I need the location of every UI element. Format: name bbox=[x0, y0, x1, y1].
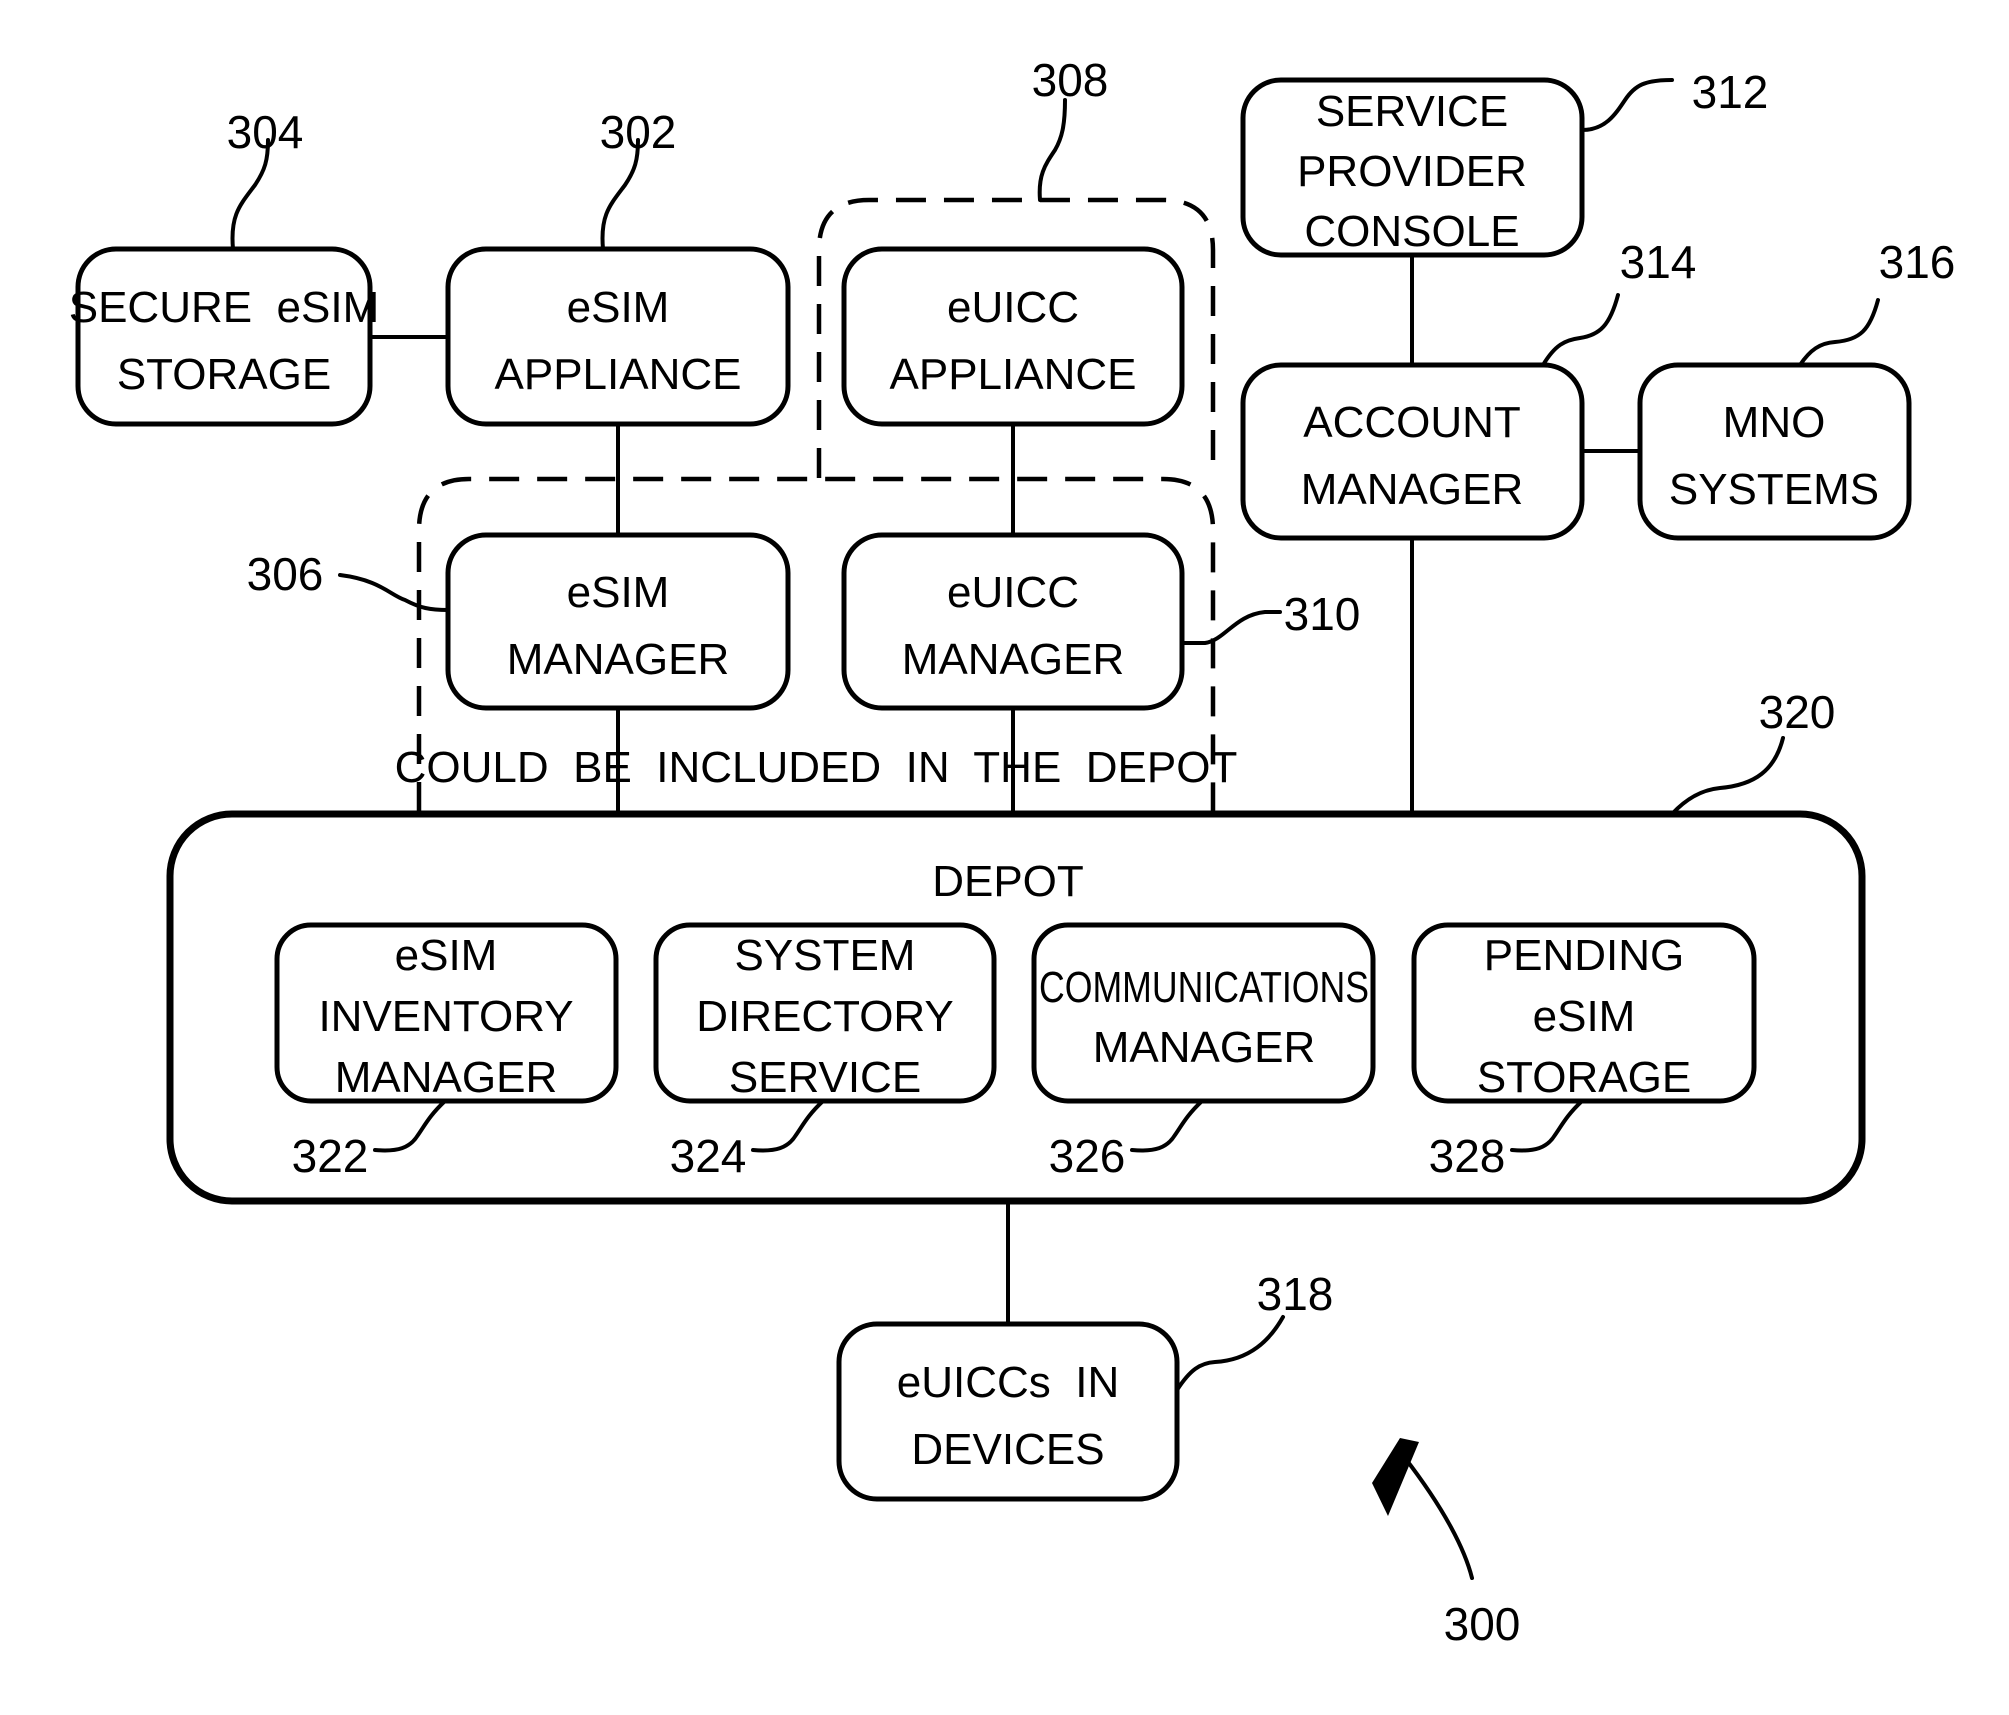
leader-312 bbox=[1580, 78, 1674, 132]
block-label-line: SERVICE bbox=[1316, 87, 1508, 136]
block-label-line: SYSTEM bbox=[735, 931, 916, 980]
leader-308 bbox=[1037, 98, 1067, 202]
ref-numeral-308: 308 bbox=[1032, 54, 1109, 106]
block-label-line: MNO bbox=[1723, 398, 1826, 447]
block-esim-manager: eSIM MANAGER bbox=[445, 532, 791, 711]
block-label-line: eUICCs IN bbox=[897, 1358, 1119, 1407]
block-label-line: STORAGE bbox=[1477, 1053, 1691, 1102]
block-label-line: SECURE eSIM bbox=[69, 283, 380, 332]
block-label-line: eSIM bbox=[567, 283, 670, 332]
block-label-line: DEVICES bbox=[911, 1425, 1104, 1474]
block-service-provider-console: SERVICE PROVIDER CONSOLE bbox=[1240, 77, 1585, 258]
ref-numeral-326: 326 bbox=[1049, 1130, 1126, 1182]
block-label-line: eSIM bbox=[395, 931, 498, 980]
block-label-line: DIRECTORY bbox=[696, 992, 954, 1041]
block-label-line: MANAGER bbox=[335, 1053, 557, 1102]
block-label-line: SYSTEMS bbox=[1669, 465, 1879, 514]
ref-numeral-324: 324 bbox=[670, 1130, 747, 1182]
block-label-line: eUICC bbox=[947, 568, 1079, 617]
ref-numeral-314: 314 bbox=[1620, 236, 1697, 288]
block-account-manager: ACCOUNT MANAGER bbox=[1240, 362, 1585, 541]
block-label-line: INVENTORY bbox=[318, 992, 573, 1041]
leader-314 bbox=[1541, 293, 1620, 367]
figure-arrowhead-icon bbox=[1372, 1438, 1419, 1516]
leader-316 bbox=[1798, 298, 1880, 367]
block-label-line: MANAGER bbox=[1301, 465, 1523, 514]
ref-numeral-322: 322 bbox=[292, 1130, 369, 1182]
depot-component-system-directory-service: SYSTEM DIRECTORY SERVICE bbox=[653, 922, 997, 1104]
block-label-line: APPLIANCE bbox=[495, 350, 742, 399]
figure-number-300: 300 bbox=[1444, 1598, 1521, 1650]
ref-numeral-328: 328 bbox=[1429, 1130, 1506, 1182]
block-label-line: STORAGE bbox=[117, 350, 331, 399]
block-label-line: PENDING bbox=[1484, 931, 1684, 980]
block-label-line: CONSOLE bbox=[1304, 207, 1519, 256]
leader-310 bbox=[1180, 610, 1282, 645]
depot-title: DEPOT bbox=[932, 857, 1084, 906]
ref-numeral-312: 312 bbox=[1692, 66, 1769, 118]
block-label-line: COMMUNICATIONS bbox=[1039, 963, 1369, 1012]
block-euicc-manager: eUICC MANAGER bbox=[841, 532, 1185, 711]
optional-group-note: COULD BE INCLUDED IN THE DEPOT bbox=[395, 743, 1238, 792]
figure-pointer-arrow bbox=[1403, 1456, 1474, 1580]
ref-numeral-310: 310 bbox=[1284, 588, 1361, 640]
ref-numeral-316: 316 bbox=[1879, 236, 1956, 288]
block-label-line: PROVIDER bbox=[1297, 147, 1527, 196]
block-euicc-appliance: eUICC APPLIANCE bbox=[841, 246, 1185, 427]
block-mno-systems: MNO SYSTEMS bbox=[1637, 362, 1912, 541]
leader-306 bbox=[338, 573, 450, 612]
leader-320 bbox=[1670, 736, 1785, 816]
block-label-line: MANAGER bbox=[1093, 1023, 1315, 1072]
block-label-line: eSIM bbox=[1533, 992, 1636, 1041]
depot-component-pending-esim-storage: PENDING eSIM STORAGE bbox=[1411, 922, 1757, 1104]
depot-component-communications-manager: COMMUNICATIONS MANAGER bbox=[1031, 922, 1376, 1104]
block-label-line: eSIM bbox=[567, 568, 670, 617]
depot-container: DEPOT eSIM INVENTORY MANAGER SYSTEM DIRE… bbox=[166, 810, 1866, 1205]
block-label-line: eUICC bbox=[947, 283, 1079, 332]
depot-component-esim-inventory-manager: eSIM INVENTORY MANAGER bbox=[274, 922, 619, 1104]
block-label-line: SERVICE bbox=[729, 1053, 921, 1102]
ref-numeral-306: 306 bbox=[247, 548, 324, 600]
block-label-line: APPLIANCE bbox=[890, 350, 1137, 399]
leader-318 bbox=[1175, 1315, 1285, 1392]
block-label-line: MANAGER bbox=[507, 635, 729, 684]
block-esim-appliance: eSIM APPLIANCE bbox=[445, 246, 791, 427]
block-secure-esim-storage: SECURE eSIM STORAGE bbox=[69, 246, 380, 427]
ref-numeral-320: 320 bbox=[1759, 686, 1836, 738]
system-architecture-diagram: SECURE eSIM STORAGE eSIM APPLIANCE eUICC… bbox=[69, 54, 1956, 1650]
block-label-line: ACCOUNT bbox=[1303, 398, 1521, 447]
ref-numeral-304: 304 bbox=[227, 106, 304, 158]
ref-numeral-302: 302 bbox=[600, 106, 677, 158]
block-euiccs-in-devices: eUICCs IN DEVICES bbox=[836, 1321, 1180, 1502]
block-label-line: MANAGER bbox=[902, 635, 1124, 684]
ref-numeral-318: 318 bbox=[1257, 1268, 1334, 1320]
